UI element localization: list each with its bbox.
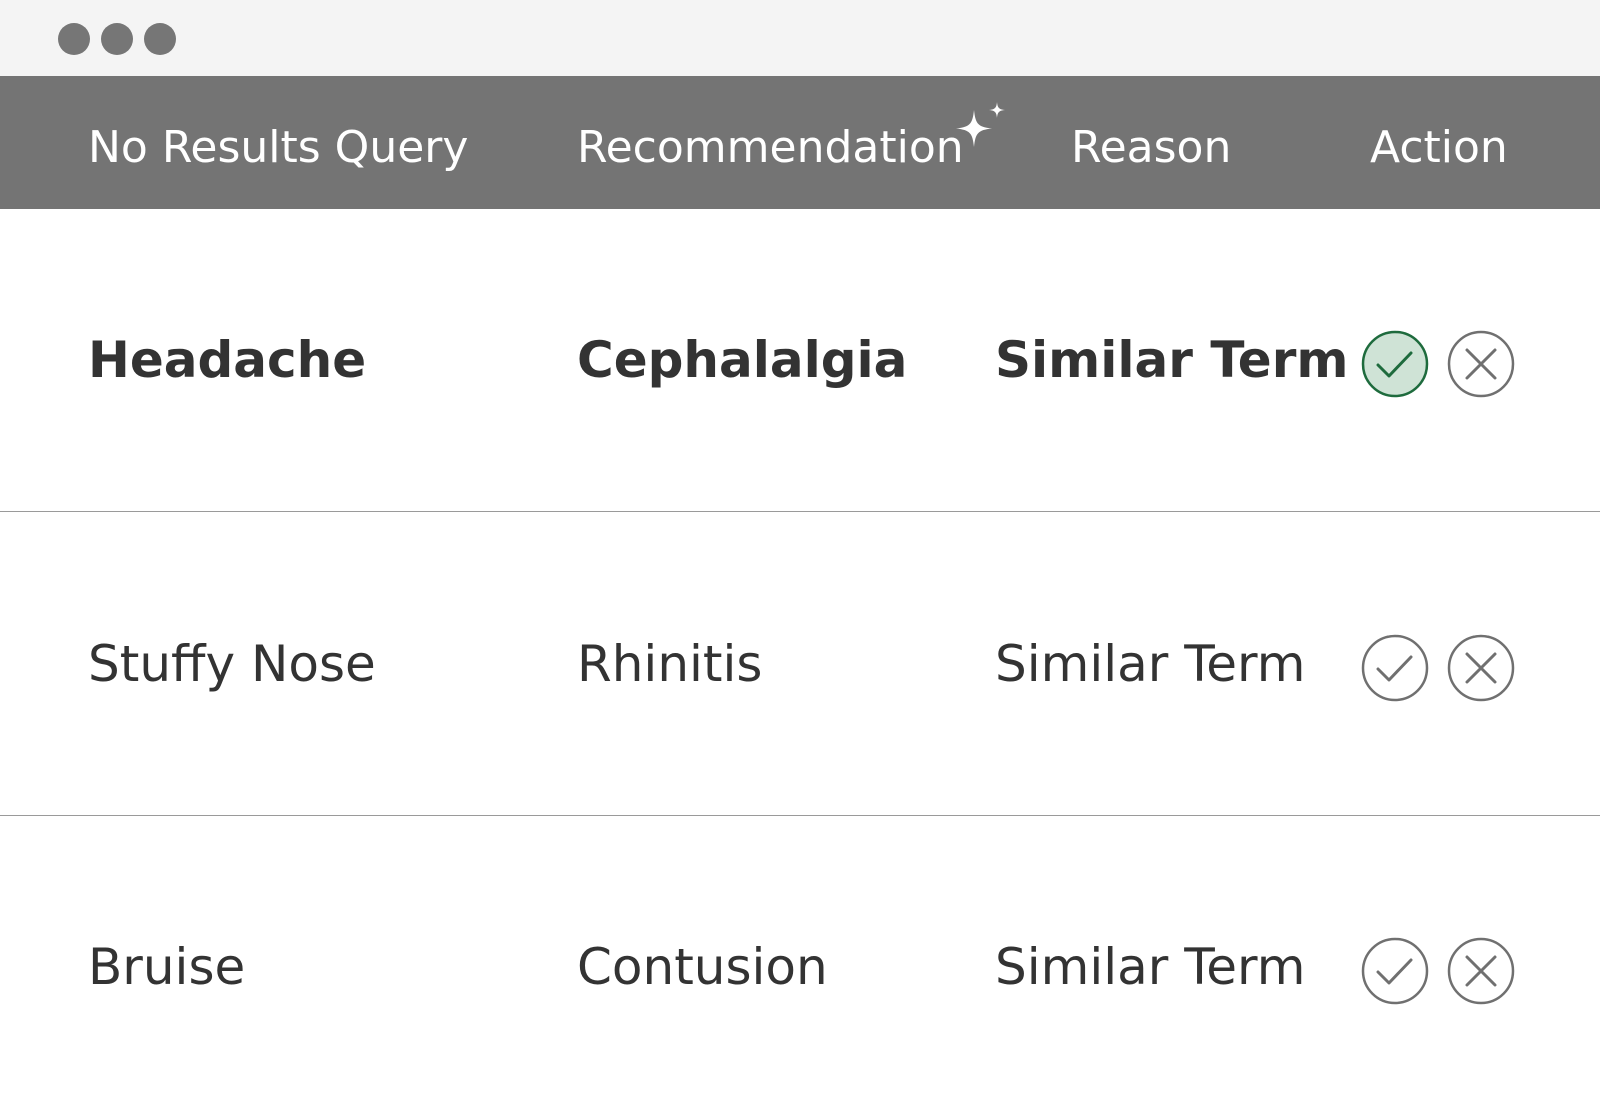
x-circle-icon — [1447, 330, 1515, 398]
check-circle-icon — [1361, 937, 1429, 1005]
column-header-query: No Results Query — [88, 122, 469, 173]
column-header-recommendation: Recommendation — [577, 122, 964, 173]
accept-button[interactable] — [1361, 937, 1429, 1005]
table-row: Bruise Contusion Similar Term — [0, 816, 1600, 1118]
query-cell: Bruise — [88, 938, 246, 996]
window-control-dot[interactable] — [144, 23, 176, 55]
row-divider — [0, 511, 1600, 512]
check-circle-icon — [1361, 330, 1429, 398]
reason-cell: Similar Term — [995, 331, 1349, 389]
reject-button[interactable] — [1447, 330, 1515, 398]
query-cell: Headache — [88, 331, 367, 389]
query-cell: Stuffy Nose — [88, 635, 376, 693]
column-header-action: Action — [1370, 122, 1508, 173]
table-row: Headache Cephalalgia Similar Term — [0, 209, 1600, 511]
accept-button[interactable] — [1361, 634, 1429, 702]
column-header-reason: Reason — [1071, 122, 1232, 173]
check-circle-icon — [1361, 634, 1429, 702]
x-circle-icon — [1447, 937, 1515, 1005]
reason-cell: Similar Term — [995, 938, 1306, 996]
table-header: No Results Query Recommendation Reason A… — [0, 76, 1600, 209]
recommendation-cell: Contusion — [577, 938, 828, 996]
recommendation-cell: Cephalalgia — [577, 331, 908, 389]
reason-cell: Similar Term — [995, 635, 1306, 693]
table-row: Stuffy Nose Rhinitis Similar Term — [0, 513, 1600, 815]
app-window: No Results Query Recommendation Reason A… — [0, 0, 1600, 1120]
window-control-dot[interactable] — [58, 23, 90, 55]
window-titlebar — [0, 0, 1600, 76]
recommendation-cell: Rhinitis — [577, 635, 763, 693]
accept-button[interactable] — [1361, 330, 1429, 398]
reject-button[interactable] — [1447, 634, 1515, 702]
x-circle-icon — [1447, 634, 1515, 702]
sparkle-icon — [956, 102, 1005, 147]
window-control-dot[interactable] — [101, 23, 133, 55]
reject-button[interactable] — [1447, 937, 1515, 1005]
